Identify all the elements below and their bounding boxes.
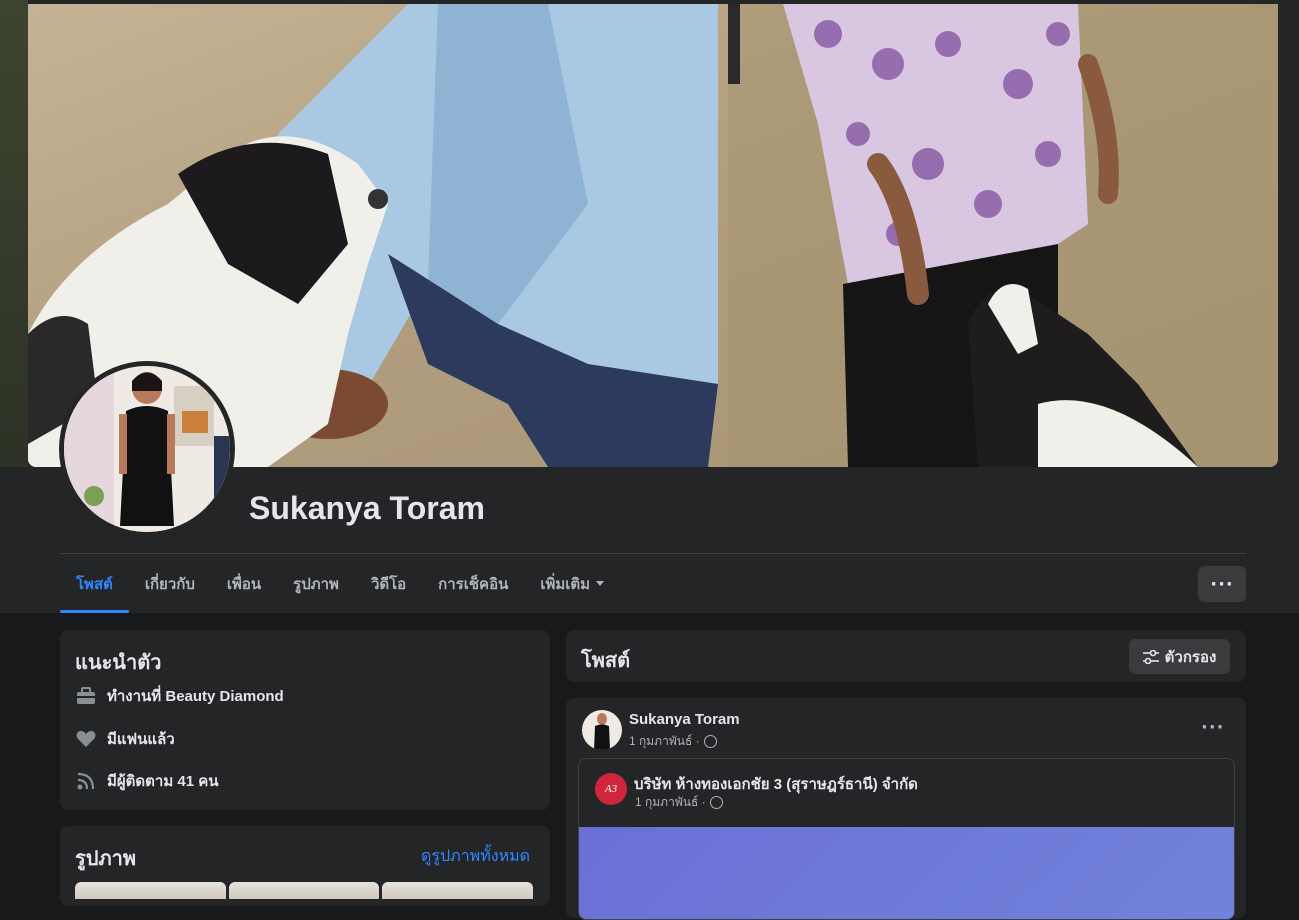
profile-avatar[interactable]	[64, 366, 230, 532]
post-options-button[interactable]: ···	[1201, 717, 1225, 738]
photo-grid	[75, 882, 533, 899]
tab-checkins[interactable]: การเช็คอิน	[422, 554, 524, 613]
intro-item-relationship: มีแฟนแล้ว	[75, 727, 175, 751]
intro-item-work: ทำงานที่ Beauty Diamond	[75, 684, 284, 708]
tab-about-label: เกี่ยวกับ	[144, 575, 195, 593]
profile-tabs: โพสต์ เกี่ยวกับ เพื่อน รูปภาพ วิดีโอ การ…	[60, 554, 620, 613]
intro-card: แนะนำตัว ทำงานที่ Beauty Diamond มีแฟนแล…	[60, 630, 550, 810]
tab-videos-label: วิดีโอ	[370, 575, 407, 593]
shared-post[interactable]: A3 บริษัท ห้างทองเอกชัย 3 (สุราษฎร์ธานี)…	[578, 758, 1235, 920]
tab-about[interactable]: เกี่ยวกับ	[129, 554, 211, 613]
photo-thumbnail[interactable]	[382, 882, 533, 899]
post-meta: 1 กุมภาพันธ์ ·	[629, 732, 717, 751]
tab-checkins-label: การเช็คอิน	[438, 575, 509, 593]
rss-icon	[75, 770, 97, 792]
tab-more-label: เพิ่มเติม	[540, 575, 591, 593]
photo-thumbnail[interactable]	[75, 882, 226, 899]
caret-down-icon	[596, 581, 605, 586]
intro-followers-text: มีผู้ติดตาม 41 คน	[107, 773, 219, 790]
tab-photos-label: รูปภาพ	[293, 575, 339, 593]
tab-more[interactable]: เพิ่มเติม	[524, 554, 620, 613]
filter-button[interactable]: ตัวกรอง	[1129, 639, 1230, 674]
tab-videos[interactable]: วิดีโอ	[355, 554, 422, 613]
shared-post-date[interactable]: 1 กุมภาพันธ์ ·	[635, 793, 706, 812]
shared-post-image[interactable]	[579, 827, 1234, 919]
shared-post-meta: 1 กุมภาพันธ์ ·	[635, 793, 723, 812]
heart-icon	[75, 728, 97, 750]
more-options-button[interactable]: ···	[1198, 566, 1246, 602]
intro-relationship-text: มีแฟนแล้ว	[107, 731, 175, 748]
tab-photos[interactable]: รูปภาพ	[277, 554, 355, 613]
globe-icon	[703, 735, 717, 748]
filter-label: ตัวกรอง	[1164, 648, 1217, 666]
profile-name: Sukanya Toram	[249, 490, 485, 526]
briefcase-icon	[75, 685, 97, 707]
shared-author-logo[interactable]: A3	[595, 773, 627, 805]
tab-friends-label: เพื่อน	[226, 575, 262, 593]
intro-work-text: ทำงานที่ Beauty Diamond	[107, 688, 284, 705]
avatar-illustration	[64, 366, 230, 532]
globe-icon	[709, 796, 723, 809]
photos-title: รูปภาพ	[75, 848, 137, 870]
see-all-photos-link[interactable]: ดูรูปภาพทั้งหมด	[421, 844, 530, 869]
intro-title: แนะนำตัว	[75, 652, 162, 674]
post-author-avatar[interactable]	[582, 710, 622, 750]
photo-thumbnail[interactable]	[228, 882, 380, 899]
post-date[interactable]: 1 กุมภาพันธ์ ·	[629, 732, 700, 751]
tab-posts[interactable]: โพสต์	[60, 554, 129, 613]
filter-icon	[1142, 649, 1159, 664]
cover-side-right	[1278, 0, 1299, 467]
tab-posts-label: โพสต์	[76, 575, 113, 593]
tab-friends[interactable]: เพื่อน	[211, 554, 277, 613]
post-author-name[interactable]: Sukanya Toram	[629, 711, 740, 728]
intro-item-followers[interactable]: มีผู้ติดตาม 41 คน	[75, 769, 219, 793]
posts-title: โพสต์	[581, 650, 631, 672]
shared-logo-text: A3	[604, 783, 618, 795]
cover-side-left	[0, 0, 28, 467]
